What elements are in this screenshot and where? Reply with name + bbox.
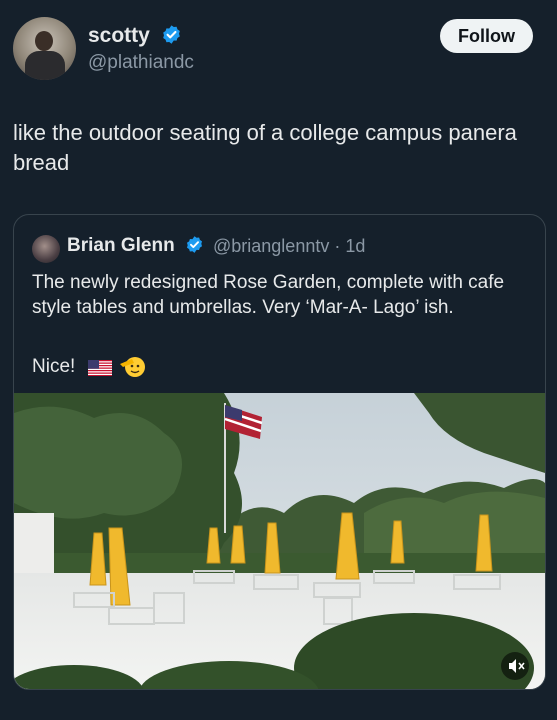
avatar-body — [25, 51, 65, 80]
mute-icon — [509, 659, 525, 673]
saluting-face-icon — [120, 357, 145, 377]
rose-garden-photo[interactable] — [14, 393, 545, 689]
verified-badge-icon — [162, 25, 180, 44]
quoted-author-handle-time[interactable]: @brianglenntv · 1d — [213, 236, 365, 257]
avatar-head — [35, 31, 53, 51]
author-display-name[interactable]: scotty — [88, 24, 150, 47]
quoted-author-name-row[interactable]: Brian Glenn — [67, 235, 204, 257]
author-handle[interactable]: @plathiandc — [88, 52, 194, 74]
quoted-author-display-name[interactable]: Brian Glenn — [67, 235, 175, 256]
tweet-text: like the outdoor seating of a college ca… — [13, 120, 517, 175]
follow-button[interactable]: Follow — [440, 19, 533, 53]
us-flag-icon — [88, 360, 112, 376]
quoted-author-avatar[interactable] — [32, 235, 60, 263]
quoted-tweet-text: The newly redesigned Rose Garden, comple… — [32, 272, 505, 318]
quoted-tweet-card[interactable]: Brian Glenn @brianglenntv · 1d The newly… — [13, 214, 546, 690]
author-name-row[interactable]: scotty — [88, 24, 182, 48]
verified-badge-icon — [186, 236, 202, 253]
quoted-tweet-text-nice: Nice! — [32, 356, 76, 377]
author-avatar[interactable] — [13, 17, 76, 80]
mute-button[interactable] — [501, 652, 529, 680]
